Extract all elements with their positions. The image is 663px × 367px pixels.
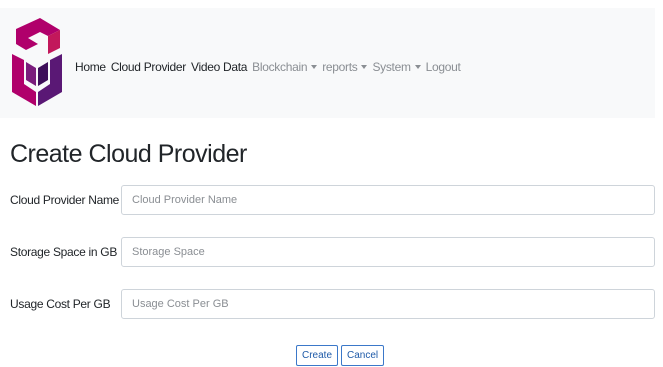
- nav-system-dropdown[interactable]: System: [372, 60, 421, 74]
- caret-down-icon: [311, 64, 318, 69]
- nav-system-label: System: [372, 60, 411, 74]
- caret-down-icon: [414, 64, 421, 69]
- usage-cost-label: Usage Cost Per GB: [10, 297, 111, 311]
- nav-blockchain-label: Blockchain: [252, 60, 308, 74]
- storage-space-row: Storage Space in GB: [10, 237, 655, 267]
- nav-logout[interactable]: Logout: [426, 60, 461, 74]
- cloud-provider-name-row: Cloud Provider Name: [10, 185, 655, 215]
- create-button[interactable]: Create: [296, 345, 339, 366]
- navbar: Home Cloud Provider Video Data Blockchai…: [0, 8, 655, 118]
- caret-down-icon: [361, 64, 368, 69]
- storage-space-label: Storage Space in GB: [10, 245, 118, 259]
- cube-logo-icon[interactable]: [8, 14, 66, 114]
- form-actions: Create Cancel: [296, 345, 387, 366]
- nav-reports-label: reports: [322, 60, 358, 74]
- nav-reports-dropdown[interactable]: reports: [322, 60, 368, 74]
- cancel-button[interactable]: Cancel: [341, 345, 385, 366]
- nav-cloud-provider[interactable]: Cloud Provider: [111, 60, 186, 74]
- usage-cost-input[interactable]: [121, 289, 655, 319]
- cloud-provider-name-input[interactable]: [121, 185, 655, 215]
- cloud-provider-name-label: Cloud Provider Name: [10, 193, 120, 207]
- usage-cost-row: Usage Cost Per GB: [10, 289, 655, 319]
- nav-blockchain-dropdown[interactable]: Blockchain: [252, 60, 318, 74]
- nav-video-data[interactable]: Video Data: [191, 60, 247, 74]
- storage-space-input[interactable]: [121, 237, 655, 267]
- main-nav: Home Cloud Provider Video Data Blockchai…: [75, 60, 466, 74]
- page-title: Create Cloud Provider: [10, 140, 247, 168]
- nav-home[interactable]: Home: [75, 60, 106, 74]
